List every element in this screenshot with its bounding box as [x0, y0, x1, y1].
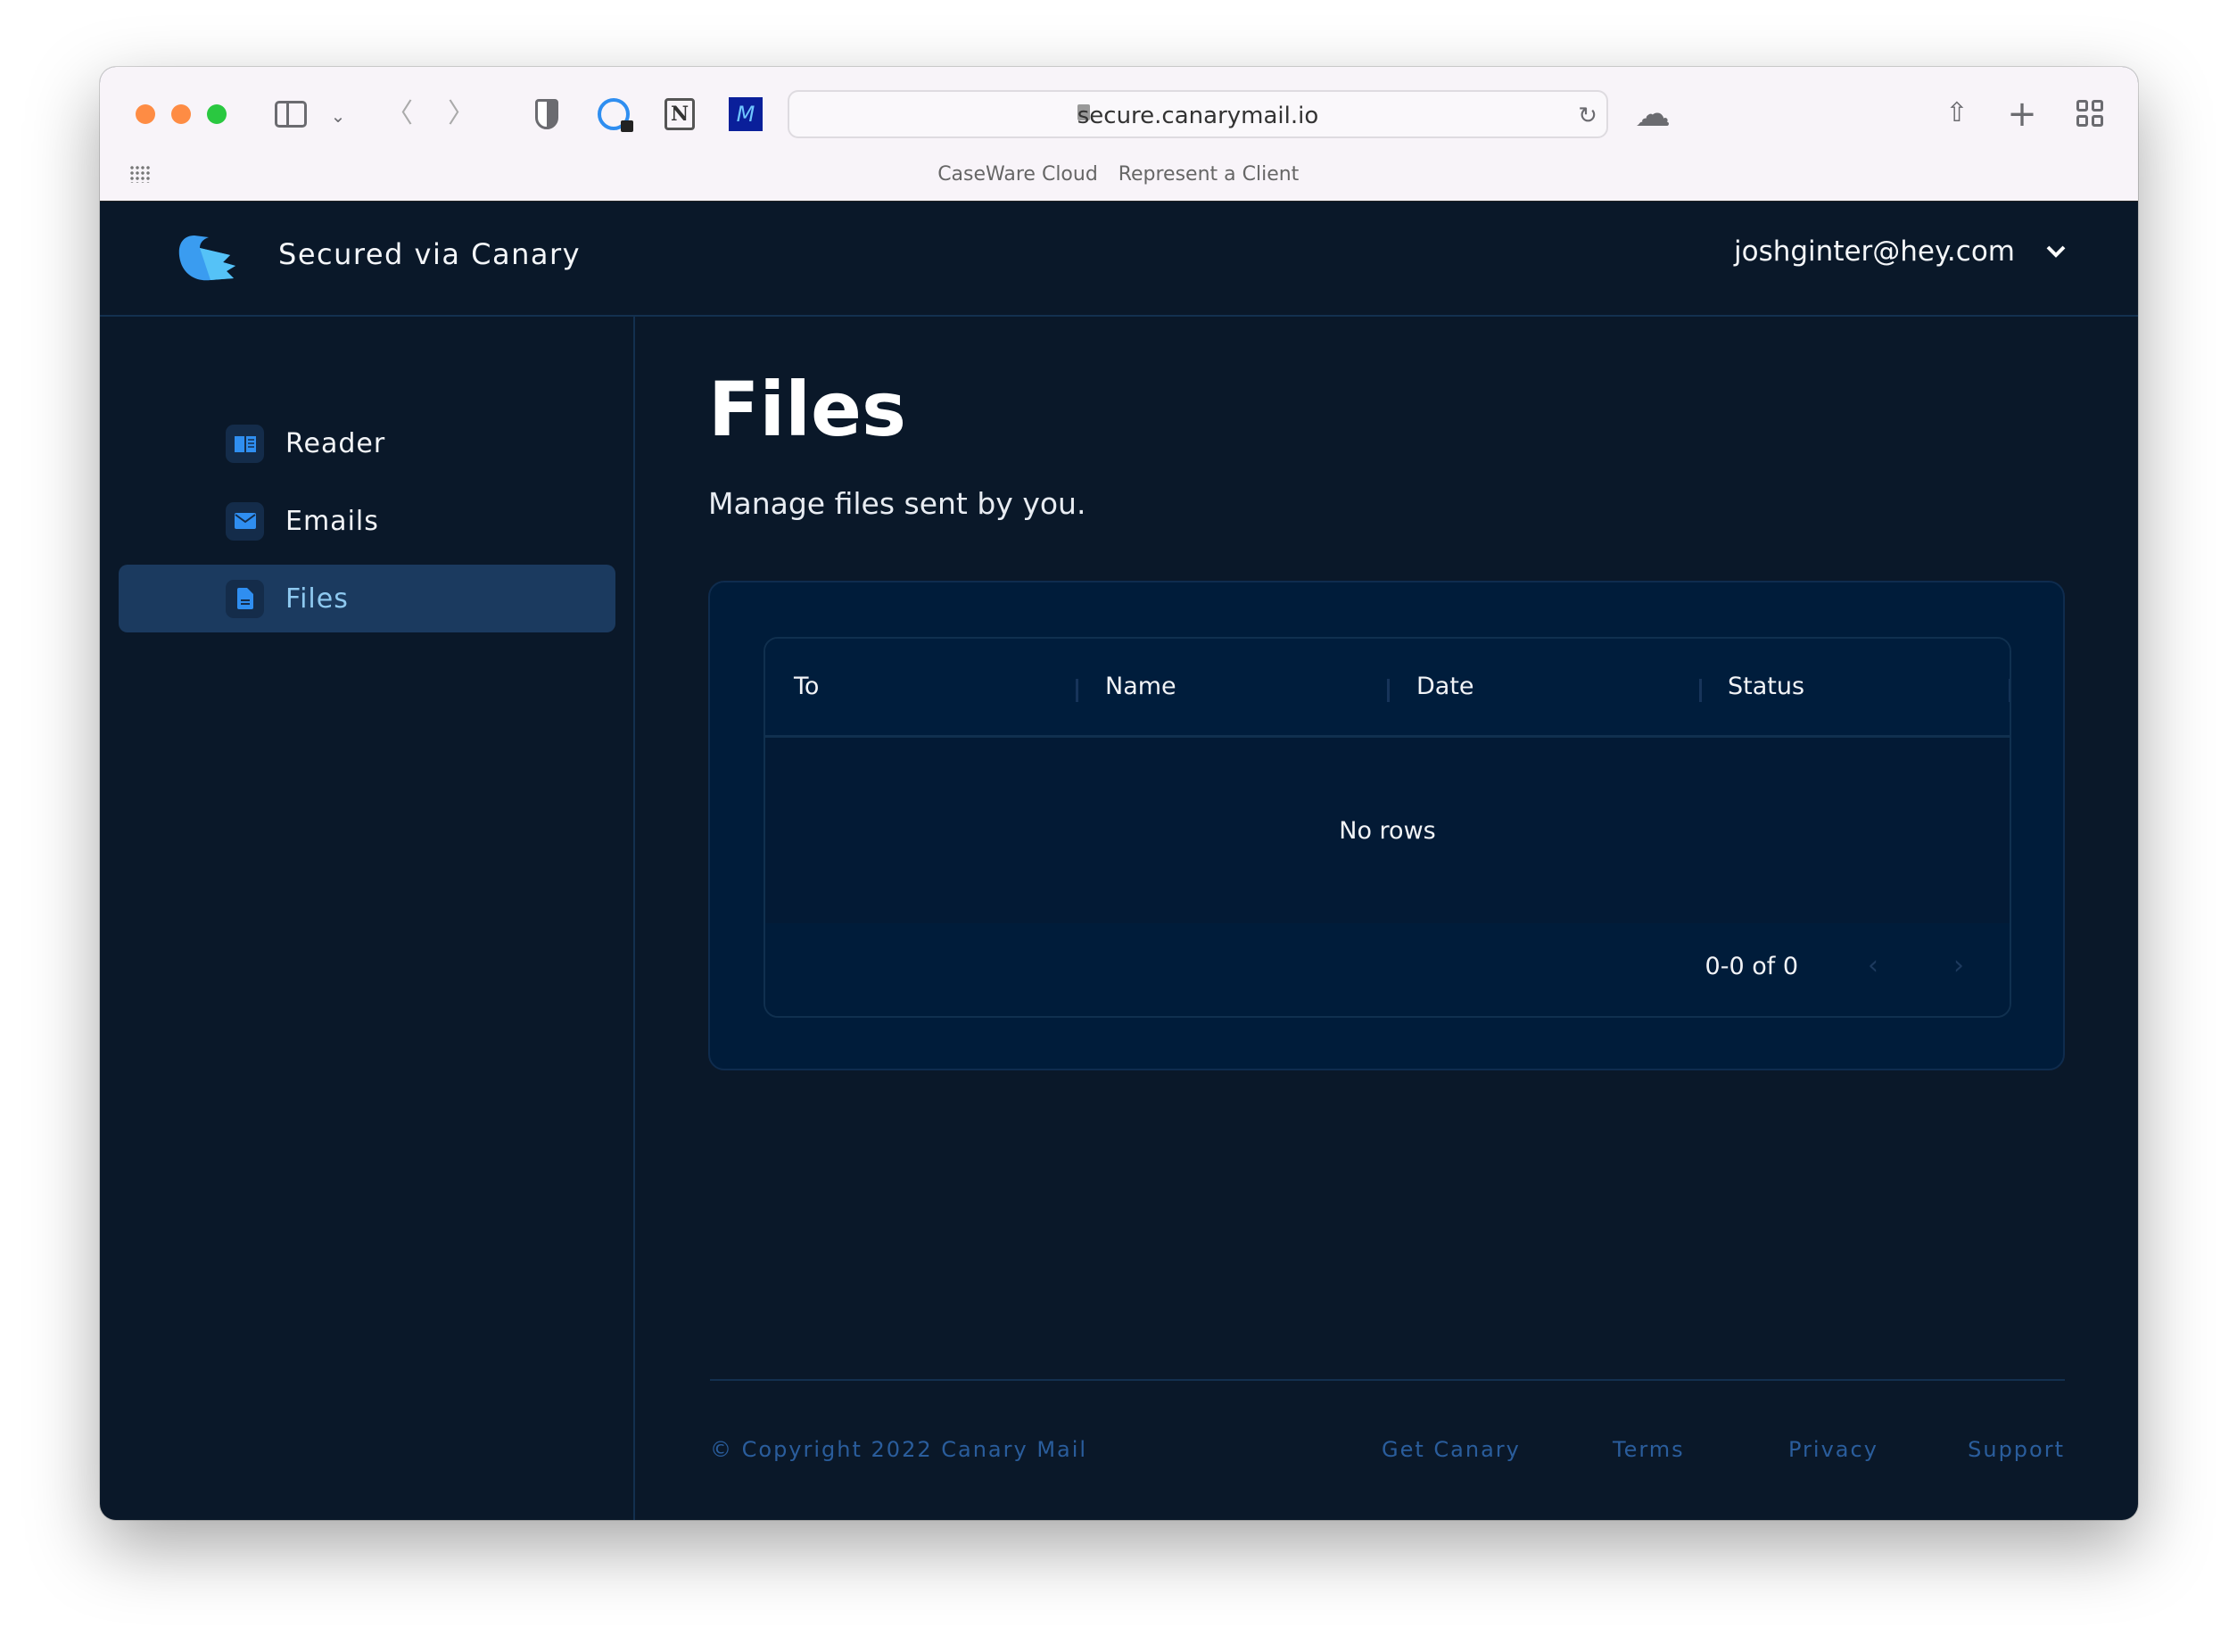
1password-icon[interactable] [598, 98, 633, 132]
empty-state-text: No rows [1339, 817, 1436, 845]
minimize-window-button[interactable] [171, 104, 191, 124]
apps-grid-icon[interactable] [129, 165, 151, 183]
page-subtitle: Manage files sent by you. [708, 486, 1086, 521]
account-menu[interactable]: joshginter@hey.com [1734, 235, 2067, 268]
footer-link-terms[interactable]: Terms [1613, 1437, 1685, 1462]
sidebar-toggle-icon[interactable] [275, 101, 307, 128]
close-window-button[interactable] [136, 104, 155, 124]
app-title: Secured via Canary [278, 237, 582, 271]
forward-icon[interactable]: 〉 [448, 101, 475, 128]
sidebar-item-reader[interactable]: Reader [119, 409, 615, 477]
zoom-window-button[interactable] [207, 104, 227, 124]
cloud-icon[interactable]: ☁ [1635, 96, 1671, 132]
column-header-date[interactable]: Date [1416, 673, 1474, 700]
chevron-down-icon [2046, 245, 2066, 258]
footer-link-get-canary[interactable]: Get Canary [1382, 1437, 1521, 1462]
sidebar-item-label: Emails [285, 505, 379, 537]
next-page-icon[interactable]: › [1953, 950, 1964, 981]
m-extension-icon[interactable]: M [729, 97, 763, 131]
document-icon [226, 579, 264, 618]
page-title: Files [708, 366, 906, 453]
bookmark-represent-a-client[interactable]: Represent a Client [1118, 163, 1300, 186]
sidebar-item-label: Reader [285, 427, 386, 459]
share-icon[interactable]: ⇧ [1945, 100, 1968, 127]
column-divider[interactable] [1387, 679, 1390, 702]
column-divider[interactable] [1699, 679, 1702, 702]
column-header-to[interactable]: To [794, 673, 819, 700]
sidebar-item-files[interactable]: Files [119, 565, 615, 632]
column-divider[interactable] [1076, 679, 1078, 702]
browser-window: ⌄ 〈 〉 N M secure.canarymail.io ↻ ☁ ⇧ + C… [100, 67, 2138, 1520]
files-card: To Name Date Status No rows 0-0 of 0 ‹ › [708, 581, 2065, 1070]
reload-icon[interactable]: ↻ [1578, 104, 1597, 128]
back-icon[interactable]: 〈 [386, 101, 413, 128]
notion-icon[interactable]: N [664, 98, 695, 130]
sidebar: Reader Emails Files [100, 317, 635, 1520]
shield-icon[interactable] [535, 99, 558, 129]
envelope-icon [226, 501, 264, 541]
bookmark-caseware-cloud[interactable]: CaseWare Cloud [937, 163, 1098, 186]
book-icon [226, 424, 264, 463]
pagination-count: 0-0 of 0 [1705, 953, 1798, 980]
sidebar-item-label: Files [285, 582, 349, 615]
chevron-down-icon[interactable]: ⌄ [331, 107, 346, 125]
app-header: Secured via Canary joshginter@hey.com [100, 202, 2138, 317]
files-table: To Name Date Status No rows 0-0 of 0 ‹ › [764, 637, 2011, 1018]
canary-logo-icon [178, 235, 235, 281]
sidebar-item-emails[interactable]: Emails [119, 487, 615, 555]
copyright-text: © Copyright 2022 Canary Mail [710, 1437, 1088, 1462]
account-email: joshginter@hey.com [1734, 235, 2015, 268]
column-divider[interactable] [2009, 679, 2010, 702]
footer-link-privacy[interactable]: Privacy [1788, 1437, 1878, 1462]
column-header-status[interactable]: Status [1728, 673, 1804, 700]
table-pagination: 0-0 of 0 ‹ › [765, 923, 2010, 1016]
browser-toolbar: ⌄ 〈 〉 N M secure.canarymail.io ↻ ☁ ⇧ + C… [100, 67, 2138, 202]
previous-page-icon[interactable]: ‹ [1868, 950, 1878, 981]
url-text: secure.canarymail.io [1077, 103, 1319, 129]
column-header-name[interactable]: Name [1105, 673, 1176, 700]
footer-divider [710, 1379, 2065, 1381]
table-header: To Name Date Status [765, 639, 2010, 738]
tab-overview-icon[interactable] [2076, 100, 2103, 127]
footer-link-support[interactable]: Support [1968, 1437, 2065, 1462]
new-tab-icon[interactable]: + [2007, 96, 2037, 132]
address-bar[interactable]: secure.canarymail.io ↻ [788, 90, 1608, 138]
